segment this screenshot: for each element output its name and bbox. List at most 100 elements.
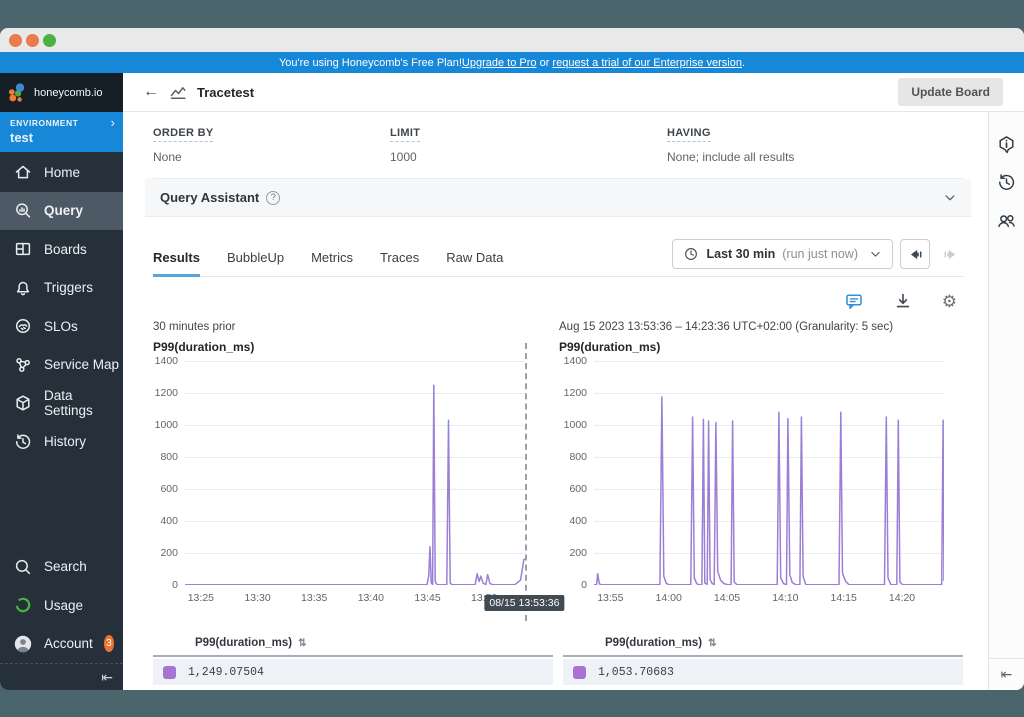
tab-traces[interactable]: Traces: [380, 250, 419, 277]
sidebar-item-label: Data Settings: [44, 388, 123, 418]
sidebar-item-history[interactable]: History: [0, 423, 123, 462]
update-board-button[interactable]: Update Board: [898, 78, 1003, 106]
time-range-dropdown[interactable]: Last 30 min (run just now): [672, 239, 893, 269]
team-icon[interactable]: [996, 210, 1017, 231]
time-divider-line: [525, 343, 527, 621]
tab-raw-data[interactable]: Raw Data: [446, 250, 503, 277]
home-icon: [13, 162, 33, 182]
gear-icon[interactable]: ⚙: [942, 293, 957, 310]
p99-value: 1,053.70683: [598, 666, 674, 679]
y-tick-label: 600: [160, 483, 178, 495]
tab-bubbleup[interactable]: BubbleUp: [227, 250, 284, 277]
sidebar-item-account[interactable]: Account3: [0, 625, 123, 664]
query-icon: [13, 201, 33, 221]
clock-icon: [683, 246, 699, 262]
sidebar-item-label: Usage: [44, 598, 83, 613]
sidebar-item-search[interactable]: Search: [0, 548, 123, 587]
previous-query-button[interactable]: [900, 239, 930, 269]
results-tabs-row: Results BubbleUp Metrics Traces Raw Data Las…: [153, 239, 963, 277]
clause-label[interactable]: HAVING: [667, 127, 711, 142]
window-zoom-button[interactable]: [43, 34, 56, 47]
query-assistant-bar[interactable]: Query Assistant ?: [145, 179, 971, 217]
back-nav-icon: [907, 246, 924, 263]
clause-label[interactable]: LIMIT: [390, 127, 420, 142]
y-tick-label: 200: [569, 547, 587, 559]
honeycomb-logo-icon: [8, 83, 28, 103]
honeycomb-logo[interactable]: honeycomb.io: [0, 73, 123, 112]
notification-badge: 3: [104, 635, 114, 652]
app-window: You're using Honeycomb's Free Plan! Upgr…: [0, 28, 1024, 690]
clause-value: None; include all results: [667, 150, 963, 164]
sidebar-item-home[interactable]: Home: [0, 153, 123, 192]
table-column-header[interactable]: P99(duration_ms) ⇅: [563, 637, 963, 657]
sidebar-item-query[interactable]: Query: [0, 192, 123, 231]
search-icon: [13, 557, 33, 577]
y-tick-label: 400: [569, 515, 587, 527]
tabs: Results BubbleUp Metrics Traces Raw Data: [153, 250, 503, 277]
column-header-label: P99(duration_ms): [195, 637, 292, 649]
right-icon-rail: ⇤: [988, 112, 1024, 690]
sidebar-item-data-settings[interactable]: Data Settings: [0, 384, 123, 423]
sidebar-item-label: Triggers: [44, 280, 93, 295]
series-color-swatch: [573, 666, 586, 679]
x-axis-labels: 13:5514:0014:0514:1014:1514:20: [594, 585, 944, 605]
service-map-icon: [13, 355, 33, 375]
collapse-panel-icon[interactable]: ⇤: [1001, 666, 1013, 683]
time-range-sublabel: (run just now): [782, 247, 858, 261]
chart-current-period: Aug 15 2023 13:53:36 – 14:23:36 UTC+02:0…: [559, 321, 944, 605]
enterprise-trial-link[interactable]: request a trial of our Enterprise versio…: [552, 57, 742, 69]
sort-icon[interactable]: ⇅: [708, 638, 716, 649]
table-row[interactable]: 1,249.07504: [153, 659, 553, 685]
y-tick-label: 400: [160, 515, 178, 527]
sidebar-item-boards[interactable]: Boards: [0, 230, 123, 269]
chart-plot-area[interactable]: [185, 361, 525, 585]
x-tick-label: 14:10: [772, 592, 798, 604]
sidebar-item-label: Service Map: [44, 357, 119, 372]
sidebar-item-usage[interactable]: Usage: [0, 586, 123, 625]
y-axis-labels: 1400120010008006004002000: [153, 361, 185, 585]
sort-icon[interactable]: ⇅: [298, 638, 306, 649]
x-tick-label: 13:55: [597, 592, 623, 604]
window-minimize-button[interactable]: [26, 34, 39, 47]
sidebar-item-service-map[interactable]: Service Map: [0, 346, 123, 385]
result-summary-table: P99(duration_ms) ⇅ 1,053.70683: [563, 637, 963, 685]
clause-value: 1000: [390, 150, 667, 164]
table-column-header[interactable]: P99(duration_ms) ⇅: [153, 637, 553, 657]
comment-icon[interactable]: [844, 291, 864, 311]
chevron-down-icon: [869, 248, 882, 261]
free-plan-banner: You're using Honeycomb's Free Plan! Upgr…: [0, 52, 1024, 73]
collapse-sidebar-icon[interactable]: ⇤: [101, 669, 113, 686]
result-summary-table: P99(duration_ms) ⇅ 1,249.07504: [153, 637, 553, 685]
back-arrow-icon[interactable]: ←: [143, 83, 159, 101]
column-header-label: P99(duration_ms): [605, 637, 702, 649]
download-icon[interactable]: [893, 291, 913, 311]
table-row[interactable]: 1,053.70683: [563, 659, 963, 685]
upgrade-to-pro-link[interactable]: Upgrade to Pro: [462, 57, 537, 69]
x-tick-label: 13:25: [188, 592, 214, 604]
y-tick-label: 800: [569, 451, 587, 463]
query-history-icon[interactable]: [996, 172, 1017, 193]
window-close-button[interactable]: [9, 34, 22, 47]
logo-text: honeycomb.io: [34, 87, 103, 99]
x-tick-label: 14:20: [889, 592, 915, 604]
chart-plot-area[interactable]: [594, 361, 944, 585]
next-query-button: [937, 239, 963, 269]
boards-icon: [13, 239, 33, 259]
help-icon[interactable]: ?: [266, 191, 280, 205]
chevron-down-icon[interactable]: [943, 191, 957, 205]
main-content: ORDER BYNoneLIMIT1000HAVINGNone; include…: [123, 112, 988, 690]
info-icon[interactable]: [996, 134, 1017, 155]
page-title: Tracetest: [197, 85, 254, 100]
sidebar-item-slos[interactable]: SLOs: [0, 307, 123, 346]
sidebar-item-label: SLOs: [44, 319, 78, 334]
clause-label[interactable]: ORDER BY: [153, 127, 213, 142]
sidebar-footer: ⇤: [0, 663, 123, 690]
sidebar-item-triggers[interactable]: Triggers: [0, 269, 123, 308]
series-color-swatch: [163, 666, 176, 679]
tab-results[interactable]: Results: [153, 250, 200, 277]
query-clause-having: HAVING None; include all results: [667, 123, 963, 164]
sidebar-spacer: [0, 461, 123, 548]
tab-metrics[interactable]: Metrics: [311, 250, 353, 277]
right-rail-footer: ⇤: [989, 658, 1024, 690]
environment-switcher[interactable]: ENVIRONMENT › test: [0, 112, 123, 152]
